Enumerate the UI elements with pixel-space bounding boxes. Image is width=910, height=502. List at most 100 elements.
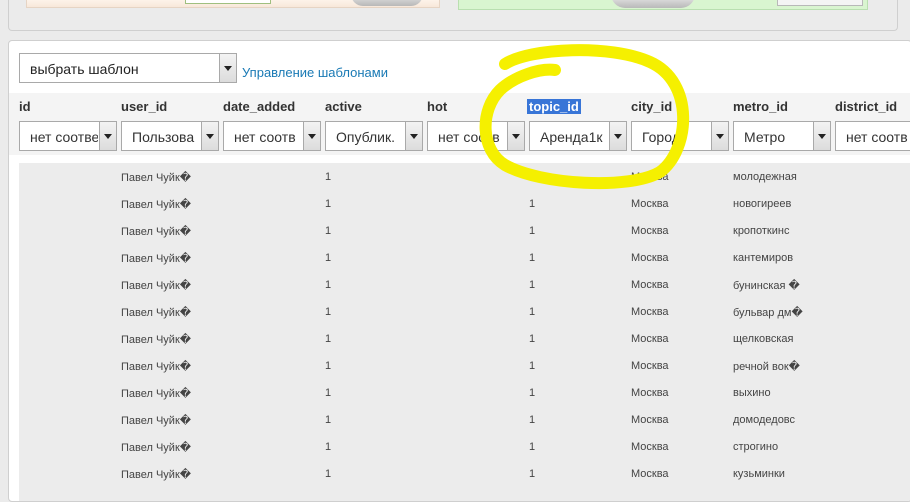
cell-city: Москва [631, 414, 669, 426]
cell-topic: 1 [529, 171, 536, 183]
cell-topic: 1 [529, 252, 536, 264]
filter-select-value: нет соотв [846, 129, 908, 145]
cell-metro: кропоткинс [733, 225, 790, 237]
cell-topic: 1 [529, 279, 536, 291]
cell-user: Павел Чуйк� [121, 253, 192, 265]
filter-select-city-id[interactable]: Город [631, 121, 729, 151]
disk-image-right [611, 0, 695, 8]
filter-select-user-id[interactable]: Пользова [121, 121, 219, 151]
cell-user: Павел Чуйк� [121, 415, 192, 427]
chevron-down-icon [410, 134, 418, 139]
table-row[interactable]: Павел Чуйк� 1 1 Москва речной вок� [19, 352, 910, 379]
cell-user: Павел Чуйк� [121, 388, 192, 400]
cell-user: Павел Чуйк� [121, 280, 192, 292]
data-table-body: Павел Чуйк� 1 1 Москва молодежная Павел Чуйк�… [19, 163, 910, 501]
column-filters: нет соотве Пользова нет соотв Опублик. нет с… [9, 117, 910, 155]
column-header-active[interactable]: active [325, 99, 362, 114]
filter-dropdown-button[interactable] [507, 122, 524, 150]
cell-user: Павел Чуйк� [121, 469, 192, 481]
cell-metro: выхино [733, 387, 771, 399]
column-header-user-id[interactable]: user_id [121, 99, 167, 114]
cell-metro: бунинская � [733, 280, 800, 292]
column-header-city-id[interactable]: city_id [631, 99, 672, 114]
table-row[interactable]: Павел Чуйк� 1 1 Москва бульвар дм� [19, 298, 910, 325]
cell-metro: бульвар дм� [733, 307, 803, 319]
table-row[interactable]: Павел Чуйк� 1 1 Москва кантемиров [19, 244, 910, 271]
template-dropdown-button[interactable] [219, 54, 236, 82]
table-row[interactable]: Павел Чуйк� 1 1 Москва кузьминки [19, 460, 910, 487]
filter-dropdown-button[interactable] [201, 122, 218, 150]
filter-dropdown-button[interactable] [303, 122, 320, 150]
table-row[interactable]: Павел Чуйк� 1 1 Москва бунинская � [19, 271, 910, 298]
filter-select-hot[interactable]: нет соотв [427, 121, 525, 151]
filter-select-value: Город [642, 129, 680, 145]
table-row[interactable]: Павел Чуйк� 1 1 Москва новогиреев [19, 190, 910, 217]
filter-select-value: Опублик. [336, 129, 396, 145]
cell-active: 1 [325, 441, 332, 453]
filter-select-value: нет соотве [30, 129, 98, 145]
cell-metro: молодежная [733, 171, 797, 183]
cell-city: Москва [631, 279, 669, 291]
column-header-date-added[interactable]: date_added [223, 99, 295, 114]
cell-city: Москва [631, 441, 669, 453]
cell-city: Москва [631, 333, 669, 345]
promo-button-left[interactable] [185, 0, 271, 4]
cell-active: 1 [325, 387, 332, 399]
chevron-down-icon [818, 134, 826, 139]
filter-select-id[interactable]: нет соотве [19, 121, 117, 151]
table-row[interactable]: Павел Чуйк� 1 1 Москва домодедовс [19, 406, 910, 433]
cell-metro: кузьминки [733, 468, 785, 480]
filter-dropdown-button[interactable] [711, 122, 728, 150]
cell-city: Москва [631, 468, 669, 480]
cell-metro: домодедовс [733, 414, 796, 426]
top-banner-area [0, 0, 910, 32]
filter-select-metro-id[interactable]: Метро [733, 121, 831, 151]
filter-select-date-added[interactable]: нет соотв [223, 121, 321, 151]
table-row[interactable]: Павел Чуйк� 1 1 Москва строгино [19, 433, 910, 460]
cell-user: Павел Чуйк� [121, 442, 192, 454]
cell-active: 1 [325, 225, 332, 237]
table-row[interactable]: Павел Чуйк� 1 1 Москва щелковская [19, 325, 910, 352]
cell-city: Москва [631, 306, 669, 318]
promo-button-right[interactable] [777, 0, 863, 6]
filter-dropdown-button[interactable] [99, 122, 116, 150]
filter-select-value: Метро [744, 129, 786, 145]
cell-metro: щелковская [733, 333, 794, 345]
template-select[interactable]: выбрать шаблон [19, 53, 237, 83]
table-row[interactable]: Павел Чуйк� 1 1 Москва выхино [19, 379, 910, 406]
column-header-id[interactable]: id [19, 99, 31, 114]
column-header-hot[interactable]: hot [427, 99, 447, 114]
cell-topic: 1 [529, 198, 536, 210]
cell-metro: речной вок� [733, 361, 800, 373]
cell-topic: 1 [529, 387, 536, 399]
cell-user: Павел Чуйк� [121, 307, 192, 319]
column-header-district-id[interactable]: district_id [835, 99, 897, 114]
cell-metro: кантемиров [733, 252, 794, 264]
filter-dropdown-button[interactable] [405, 122, 422, 150]
cell-user: Павел Чуйк� [121, 226, 192, 238]
promo-banner-left [26, 0, 440, 8]
chevron-down-icon [614, 134, 622, 139]
cell-user: Павел Чуйк� [121, 172, 192, 184]
promo-banner-right [458, 0, 868, 10]
cell-active: 1 [325, 414, 332, 426]
manage-templates-link[interactable]: Управление шаблонами [242, 65, 388, 80]
filter-select-value: Пользова [132, 129, 195, 145]
column-header-metro-id[interactable]: metro_id [733, 99, 788, 114]
filter-select-active[interactable]: Опублик. [325, 121, 423, 151]
filter-select-district-id[interactable]: нет соотв [835, 121, 910, 151]
cell-topic: 1 [529, 414, 536, 426]
table-row[interactable]: Павел Чуйк� 1 1 Москва кропоткинс [19, 217, 910, 244]
cell-city: Москва [631, 171, 669, 183]
template-select-value: выбрать шаблон [30, 61, 139, 77]
filter-select-topic-id[interactable]: Аренда1к [529, 121, 627, 151]
filter-dropdown-button[interactable] [609, 122, 626, 150]
cell-city: Москва [631, 387, 669, 399]
cell-city: Москва [631, 252, 669, 264]
chevron-down-icon [206, 134, 214, 139]
chevron-down-icon [512, 134, 520, 139]
column-header-topic-id[interactable]: topic_id [527, 99, 581, 114]
cell-user: Павел Чуйк� [121, 199, 192, 211]
table-row[interactable]: Павел Чуйк� 1 1 Москва молодежная [19, 163, 910, 190]
filter-dropdown-button[interactable] [813, 122, 830, 150]
